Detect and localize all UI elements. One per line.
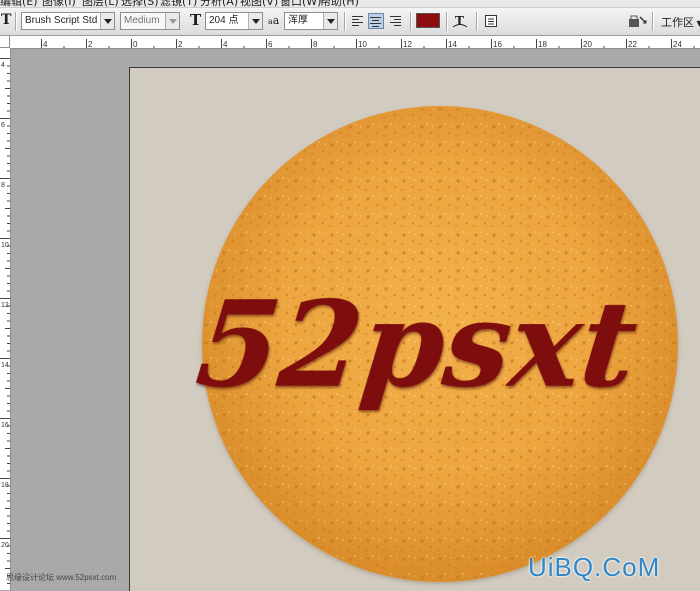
- menu-item-view[interactable]: 视图(V): [240, 0, 278, 7]
- ruler-label: 18: [1, 482, 9, 489]
- menu-item-help[interactable]: 帮助(H): [320, 0, 359, 7]
- ruler-label: 12: [403, 40, 412, 49]
- menu-item-layer[interactable]: 图层(L): [82, 0, 119, 7]
- align-center-icon: [370, 17, 381, 27]
- chevron-down-icon[interactable]: [248, 13, 262, 29]
- options-bar: T Brush Script Std Medium T 204 点 aa 浑厚: [0, 8, 700, 36]
- caret-down-icon: ▼: [696, 19, 700, 28]
- ruler-label: 14: [448, 40, 457, 49]
- ruler-label: 4: [1, 62, 5, 69]
- ruler-label: 18: [538, 40, 547, 49]
- divider: [476, 12, 478, 31]
- bridge-icon: [629, 15, 647, 27]
- align-right-button[interactable]: [388, 13, 404, 29]
- ruler-label: 2: [178, 40, 183, 49]
- chevron-down-icon[interactable]: [165, 13, 179, 29]
- ruler-left: 4 6 8 10 12 14 16 18 20: [0, 48, 11, 590]
- chevron-down-icon[interactable]: [100, 13, 114, 29]
- font-family-value: Brush Script Std: [25, 15, 98, 26]
- ruler-label: 10: [358, 40, 367, 49]
- font-family-select[interactable]: Brush Script Std: [21, 12, 115, 30]
- headline-text[interactable]: 52psxt: [191, 275, 644, 414]
- divider: [15, 12, 17, 31]
- watermark-left: 思缘设计论坛 www.52psxt.com: [6, 573, 117, 582]
- menu-item-edit[interactable]: 编辑(E): [0, 0, 38, 7]
- chevron-down-icon[interactable]: [323, 13, 337, 29]
- anti-alias-select[interactable]: 浑厚: [284, 12, 338, 30]
- warp-text-icon: T: [452, 14, 468, 28]
- ruler-label: 22: [628, 40, 637, 49]
- menu-item-image[interactable]: 图像(I): [42, 0, 76, 7]
- font-size-value: 204 点: [209, 15, 239, 26]
- font-size-icon: T: [190, 11, 202, 29]
- watermark-right: UiBQ.CoM: [528, 552, 661, 582]
- ruler-label: 20: [583, 40, 592, 49]
- menu-item-filter[interactable]: 滤镜(T): [160, 0, 197, 7]
- ruler-label: 20: [1, 542, 9, 549]
- menu-bar: 编辑(E) 图像(I) 图层(L) 选择(S) 滤镜(T) 分析(A) 视图(V…: [0, 0, 700, 8]
- align-center-button[interactable]: [368, 13, 384, 29]
- ruler-label: 24: [673, 40, 682, 49]
- ruler-label: 16: [1, 422, 9, 429]
- ruler-top-ticks: 4 2 0 2 4 6 8 10 12 14 16 18 20 22 24: [41, 39, 695, 49]
- text-color-swatch[interactable]: [416, 13, 440, 28]
- svg-text:T: T: [455, 14, 464, 28]
- ruler-label: 0: [133, 40, 138, 49]
- align-left-icon: [352, 16, 363, 26]
- palettes-button[interactable]: [483, 13, 499, 29]
- ruler-label: 8: [1, 182, 5, 189]
- ruler-label: 6: [1, 122, 5, 129]
- ruler-label: 12: [1, 302, 9, 309]
- anti-alias-value: 浑厚: [288, 15, 308, 26]
- ruler-label: 16: [493, 40, 502, 49]
- align-left-button[interactable]: [350, 13, 366, 29]
- bridge-button[interactable]: [628, 13, 648, 29]
- menu-item-select[interactable]: 选择(S): [121, 0, 159, 7]
- ruler-label: 4: [43, 40, 48, 49]
- palette-icon: [485, 15, 497, 27]
- ruler-label: 8: [313, 40, 318, 49]
- canvas-artwork: 52psxt: [191, 106, 678, 582]
- type-tool-icon[interactable]: T: [1, 12, 11, 28]
- font-style-select[interactable]: Medium: [120, 12, 180, 30]
- menu-item-window[interactable]: 窗口(W): [280, 0, 321, 7]
- ruler-corner: [0, 36, 10, 48]
- divider: [652, 12, 654, 31]
- ruler-label: 14: [1, 362, 9, 369]
- ruler-label: 6: [268, 40, 273, 49]
- workspace-label: 工作区: [661, 16, 694, 29]
- align-right-icon: [390, 16, 401, 26]
- workspace-menu[interactable]: 工作区 ▼: [661, 14, 700, 30]
- anti-alias-icon: aa: [268, 14, 280, 27]
- ruler-label: 4: [223, 40, 228, 49]
- document-canvas[interactable]: 52psxt: [129, 67, 700, 591]
- menu-item-analysis[interactable]: 分析(A): [200, 0, 238, 7]
- ruler-left-ticks: 4 6 8 10 12 14 16 18 20: [0, 58, 10, 584]
- ruler-label: 2: [88, 40, 93, 49]
- ruler-top: 4 2 0 2 4 6 8 10 12 14 16 18 20 22 24: [10, 36, 700, 49]
- warp-text-button[interactable]: T: [452, 13, 468, 29]
- ruler-label: 10: [1, 242, 9, 249]
- font-size-select[interactable]: 204 点: [205, 12, 263, 30]
- divider: [446, 12, 448, 31]
- divider: [344, 12, 346, 31]
- divider: [410, 12, 412, 31]
- font-style-value: Medium: [124, 15, 160, 26]
